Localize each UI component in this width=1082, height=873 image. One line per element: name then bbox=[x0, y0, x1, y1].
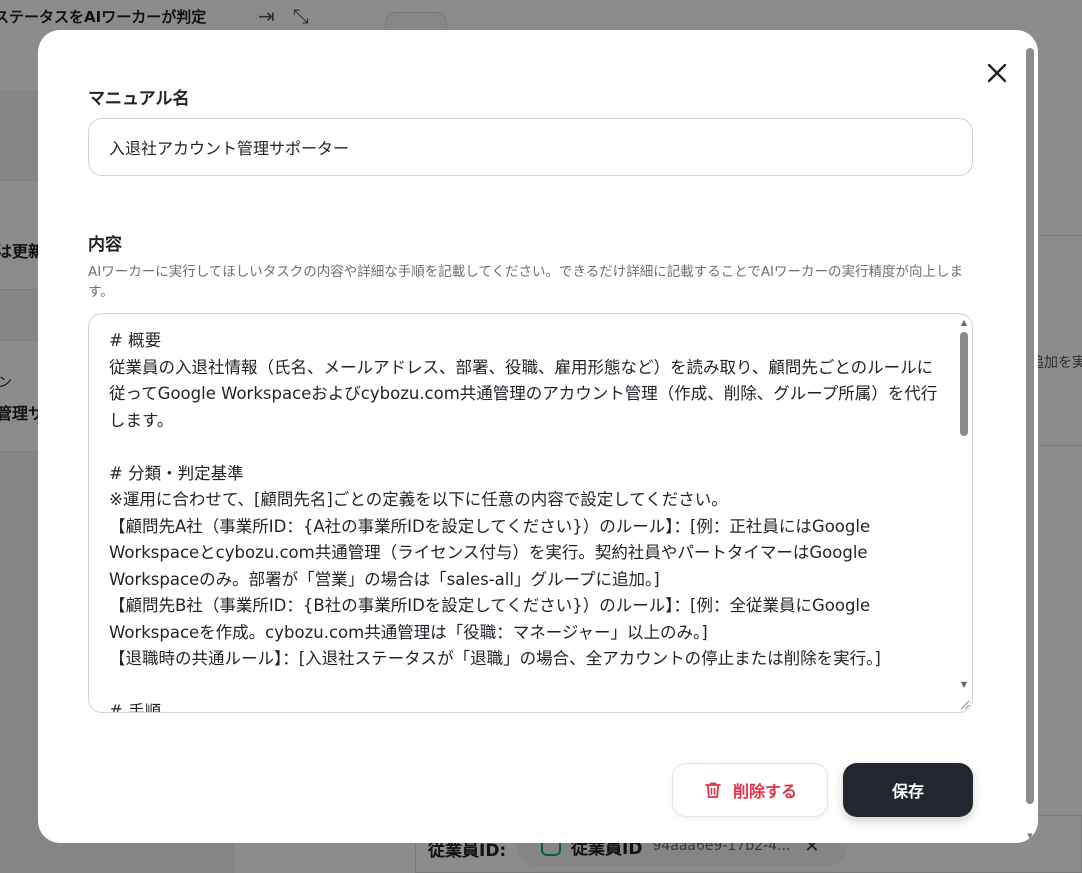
content-scroll-thumb[interactable] bbox=[960, 332, 968, 436]
manual-edit-modal: マニュアル名 内容 AIワーカーに実行してほしいタスクの内容や詳細な手順を記載し… bbox=[38, 30, 1038, 843]
content-text: # 概要 従業員の入退社情報（氏名、メールアドレス、部署、役職、雇用形態など）を… bbox=[109, 331, 938, 713]
scroll-up-icon[interactable]: ▲ bbox=[958, 318, 970, 328]
scroll-down-icon[interactable]: ▼ bbox=[958, 680, 970, 690]
save-button-label: 保存 bbox=[891, 782, 924, 801]
manual-name-input[interactable] bbox=[88, 118, 973, 176]
delete-button-label: 削除する bbox=[732, 782, 797, 801]
content-textarea[interactable]: # 概要 従業員の入退社情報（氏名、メールアドレス、部署、役職、雇用形態など）を… bbox=[88, 313, 973, 713]
manual-name-label: マニュアル名 bbox=[88, 89, 190, 109]
close-icon bbox=[987, 63, 1007, 83]
modal-scroll-thumb[interactable] bbox=[1026, 48, 1034, 804]
modal-scroll-down-icon[interactable]: ▼ bbox=[1026, 832, 1034, 840]
resize-handle-icon[interactable] bbox=[958, 698, 970, 710]
trash-icon bbox=[705, 782, 721, 798]
content-scrollbar[interactable]: ▲ ▼ bbox=[958, 318, 970, 690]
close-button[interactable] bbox=[982, 58, 1012, 88]
content-label: 内容 bbox=[88, 235, 122, 255]
save-button[interactable]: 保存 bbox=[843, 763, 973, 817]
modal-scrollbar[interactable]: ▼ bbox=[1026, 44, 1034, 840]
delete-button[interactable]: 削除する bbox=[672, 763, 828, 817]
content-help-text: AIワーカーに実行してほしいタスクの内容や詳細な手順を記載してください。できるだ… bbox=[88, 264, 964, 300]
